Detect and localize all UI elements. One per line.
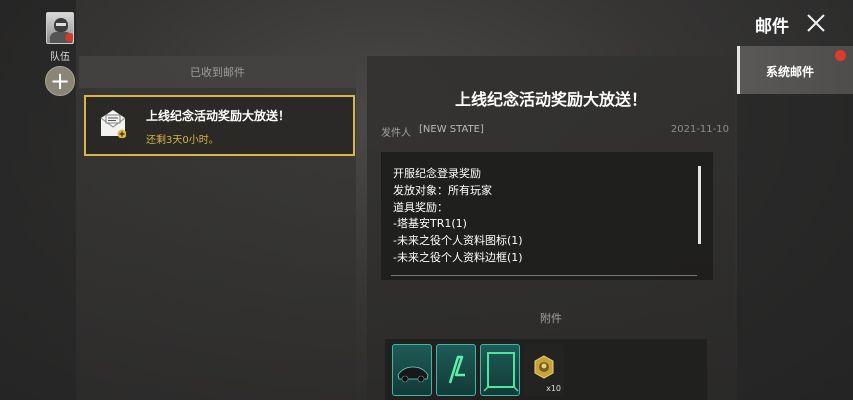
content-line: 道具奖励：	[393, 200, 448, 214]
side-tab-area	[737, 94, 853, 400]
attachment-slot[interactable]: x10	[524, 344, 564, 396]
notification-dot	[835, 50, 846, 61]
attachments-label: 附件	[540, 312, 562, 325]
content-line: 开服纪念登录奖励	[393, 167, 481, 180]
profile-icon	[448, 355, 465, 384]
tab-system-mail-label: 系统邮件	[766, 65, 815, 79]
avatar-visor	[56, 23, 66, 26]
team-label: 队伍	[50, 52, 70, 63]
mail-item-title: 上线纪念活动奖励大放送！	[146, 109, 291, 123]
profile-frame-icon	[483, 352, 519, 392]
attachments-box: x10	[385, 339, 707, 400]
mail-content-box[interactable]: 开服纪念登录奖励 发放对象：所有玩家 道具奖励： -塔基安TR1(1) -未来之…	[381, 152, 713, 280]
content-scrollbar[interactable]	[698, 166, 701, 244]
mail-list-panel: 已收到邮件 上线纪念活动奖励大放送！ 还剩3天0小时。	[79, 56, 356, 400]
close-icon[interactable]	[805, 12, 827, 34]
attachment-count: x10	[546, 384, 561, 393]
content-divider	[391, 275, 697, 276]
mail-detail-panel: 上线纪念活动奖励大放送！ 发件人 [NEW STATE] 2021-11-10 …	[367, 56, 735, 400]
content-line: 发放对象：所有玩家	[393, 183, 492, 197]
team-avatar[interactable]	[46, 12, 74, 44]
content-line: -未来之役个人资料图标(1)	[393, 234, 523, 248]
mail-detail-title: 上线纪念活动奖励大放送！	[454, 90, 647, 109]
content-line: -未来之役个人资料边框(1)	[393, 250, 523, 264]
sender-label: 发件人	[381, 128, 411, 139]
add-team-member-button[interactable]: +	[45, 66, 75, 96]
content-line: -塔基安TR1(1)	[393, 217, 467, 231]
mail-content: 开服纪念登录奖励 发放对象：所有玩家 道具奖励： -塔基安TR1(1) -未来之…	[393, 166, 523, 267]
mail-list-header: 已收到邮件	[79, 56, 356, 88]
mail-list-item[interactable]: 上线纪念活动奖励大放送！ 还剩3天0小时。	[84, 95, 355, 156]
mail-item-time-left: 还剩3天0小时。	[146, 135, 219, 146]
sender-value: [NEW STATE]	[419, 124, 484, 135]
plus-icon: +	[49, 67, 71, 95]
vehicle-skin-icon	[397, 366, 429, 383]
mail-envelope-icon	[100, 110, 126, 138]
notification-badge	[65, 33, 73, 42]
mail-date: 2021-11-10	[670, 124, 729, 135]
mail-page-title: 邮件	[755, 17, 789, 37]
attachment-slot[interactable]	[436, 344, 476, 396]
attachment-slot[interactable]	[480, 344, 520, 396]
attachment-slot[interactable]	[392, 344, 432, 396]
